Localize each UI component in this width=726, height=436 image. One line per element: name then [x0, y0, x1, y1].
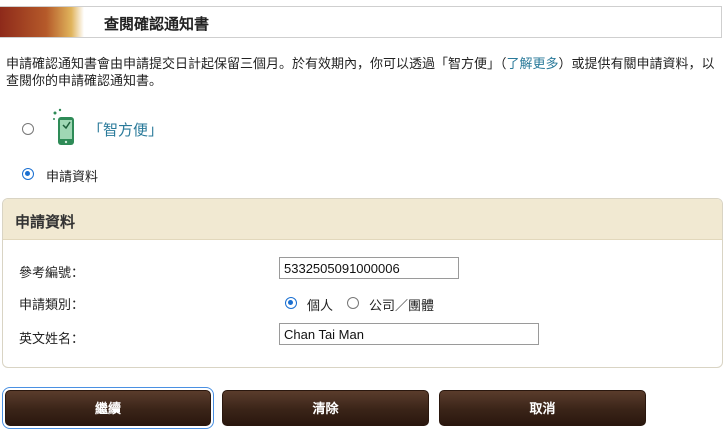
category-label: 申請類別：	[19, 297, 85, 312]
panel-header	[3, 199, 722, 240]
iamsmart-option-label[interactable]: 「智方便」	[88, 119, 163, 140]
intro-text: 申請確認通知書會由申請提交日計起保留三個月。於有效期內，你可以透過「智方便」（了…	[6, 55, 718, 89]
radio-iamsmart[interactable]	[22, 123, 34, 135]
title-accent-bar	[0, 7, 84, 37]
english-name-label: 英文姓名：	[19, 331, 85, 346]
radio-application-info[interactable]	[22, 168, 34, 180]
continue-button[interactable]: 繼續	[2, 387, 214, 429]
english-name-input[interactable]	[279, 323, 539, 345]
intro-text-before: 申請確認通知書會由申請提交日計起保留三個月。於有效期內，你可以透過「智方便」（	[6, 56, 507, 71]
panel-title: 申請資料	[15, 214, 76, 231]
application-info-panel: 申請資料 參考編號： 申請類別： 個人 公司／團體 英文姓名：	[2, 198, 723, 368]
radio-category-individual[interactable]	[285, 297, 297, 309]
iamsmart-phone-icon	[53, 108, 74, 145]
learn-more-link[interactable]: 了解更多	[507, 56, 559, 71]
application-info-option-label[interactable]: 申請資料	[46, 166, 98, 185]
reference-number-label: 參考編號：	[19, 265, 85, 280]
category-individual-label[interactable]: 個人	[307, 295, 333, 314]
category-company-label[interactable]: 公司／團體	[369, 295, 434, 314]
cancel-button[interactable]: 取消	[439, 390, 646, 426]
page-title-bar: 查閱確認通知書	[0, 6, 722, 38]
radio-category-company[interactable]	[347, 297, 359, 309]
page-title: 查閱確認通知書	[104, 16, 210, 33]
reference-number-input[interactable]	[279, 257, 459, 279]
clear-button[interactable]: 清除	[222, 390, 429, 426]
